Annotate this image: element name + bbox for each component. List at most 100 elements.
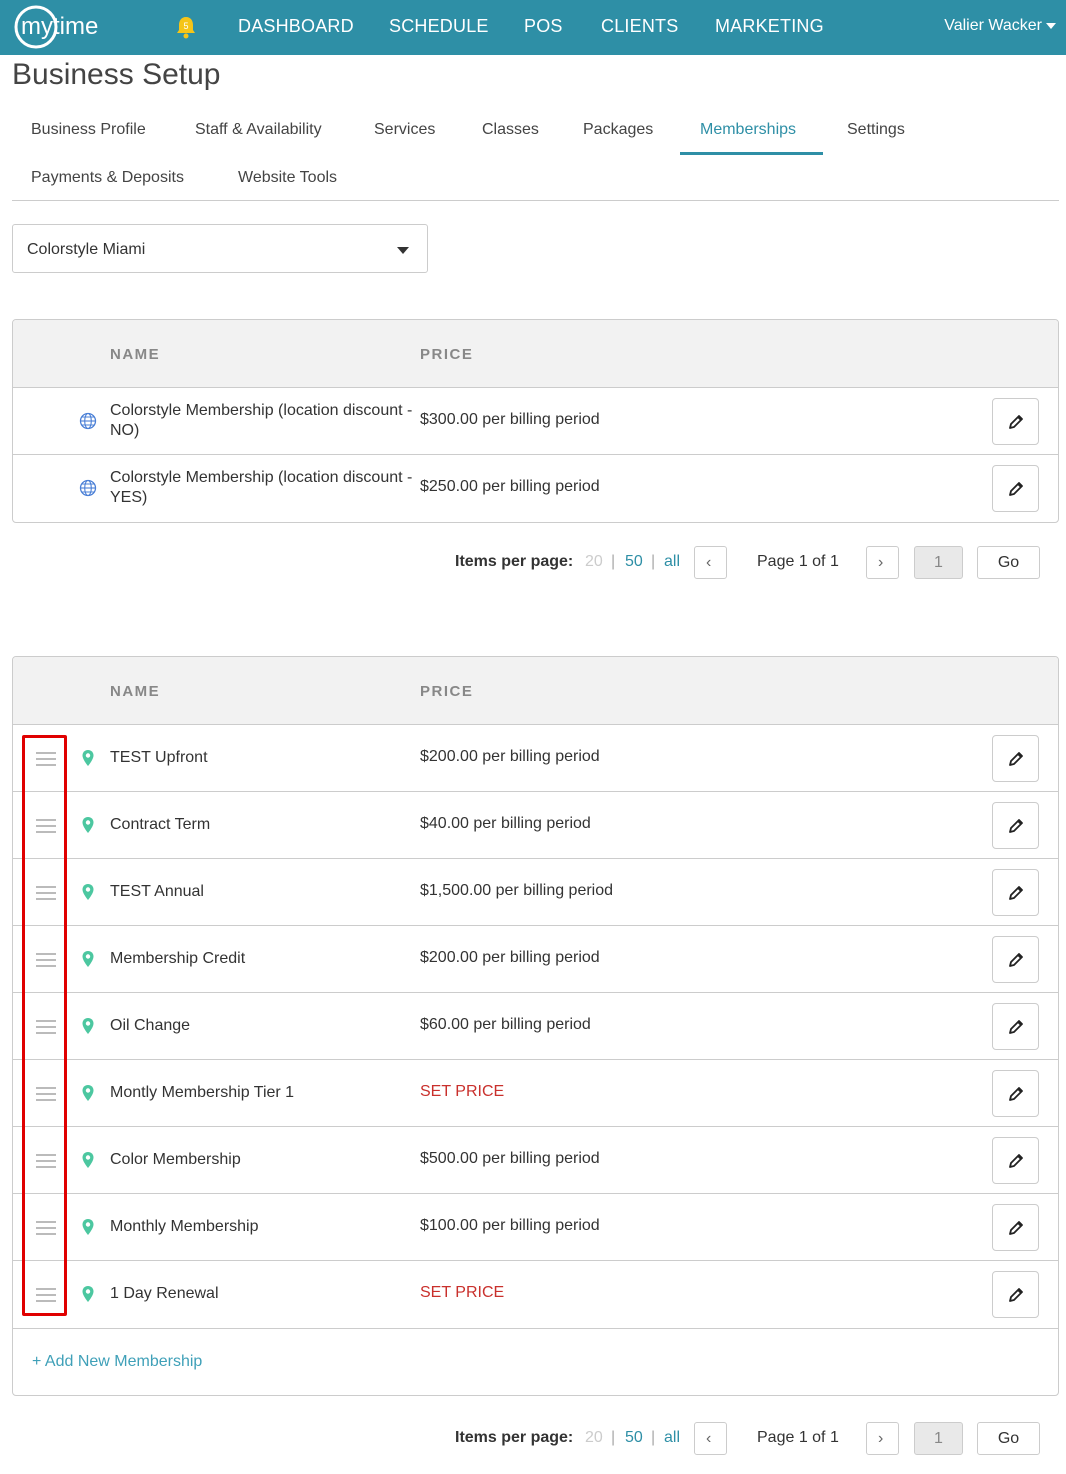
- user-name: Valier Wacker: [944, 17, 1042, 34]
- items-per-page-label: Items per page:: [455, 553, 574, 570]
- chevron-right-icon: ›: [878, 554, 884, 571]
- edit-button[interactable]: [992, 465, 1039, 512]
- edit-button[interactable]: [992, 398, 1039, 445]
- go-button-label: Go: [997, 554, 1020, 571]
- location-pin-icon: [79, 1285, 97, 1303]
- set-price-link[interactable]: SET PRICE: [420, 1083, 504, 1101]
- notification-bell-icon[interactable]: 5: [175, 15, 197, 39]
- drag-handle-icon[interactable]: [36, 953, 56, 967]
- membership-name: Colorstyle Membership (location discount…: [110, 402, 413, 439]
- tab-classes[interactable]: Classes: [482, 121, 539, 139]
- active-tab-indicator: [680, 152, 823, 155]
- location-select[interactable]: Colorstyle Miami: [12, 224, 428, 273]
- edit-button[interactable]: [992, 1137, 1039, 1184]
- drag-handle-icon[interactable]: [36, 1020, 56, 1034]
- globe-icon: [79, 479, 97, 497]
- table-row: Color Membership $500.00 per billing peri…: [13, 1127, 1058, 1194]
- table-row: TEST Upfront $200.00 per billing period: [13, 725, 1058, 792]
- drag-handle-icon[interactable]: [36, 819, 56, 833]
- drag-handle-icon[interactable]: [36, 1221, 56, 1235]
- membership-name: Membership Credit: [110, 950, 246, 967]
- add-row: + Add New Membership: [13, 1328, 1058, 1395]
- nav-dashboard[interactable]: DASHBOARD: [238, 16, 354, 37]
- drag-handle-icon[interactable]: [36, 1087, 56, 1101]
- membership-name: Contract Term: [110, 816, 211, 833]
- tab-business-profile[interactable]: Business Profile: [31, 121, 146, 139]
- membership-price: $300.00 per billing period: [420, 411, 600, 428]
- page-title: Business Setup: [12, 58, 221, 91]
- chevron-down-icon: [1046, 22, 1056, 29]
- drag-handle-icon[interactable]: [36, 752, 56, 766]
- per-page-all[interactable]: all: [664, 553, 680, 571]
- nav-schedule[interactable]: SCHEDULE: [389, 16, 489, 37]
- per-page-50[interactable]: 50: [625, 553, 643, 571]
- column-header-price: PRICE: [420, 346, 474, 363]
- svg-text:5: 5: [183, 21, 188, 31]
- page-number-value: 1: [934, 1430, 943, 1447]
- edit-button[interactable]: [992, 869, 1039, 916]
- edit-button[interactable]: [992, 1070, 1039, 1117]
- membership-price: $100.00 per billing period: [420, 1217, 600, 1234]
- tab-services[interactable]: Services: [374, 121, 435, 139]
- edit-button[interactable]: [992, 802, 1039, 849]
- page-number-input[interactable]: 1: [914, 1422, 963, 1455]
- drag-handle-icon[interactable]: [36, 1154, 56, 1168]
- tab-memberships[interactable]: Memberships: [700, 121, 796, 139]
- go-button[interactable]: Go: [977, 546, 1040, 579]
- table-header: NAME PRICE: [13, 657, 1058, 725]
- drag-handle-icon[interactable]: [36, 1288, 56, 1302]
- mytime-logo[interactable]: mytime: [13, 4, 131, 50]
- nav-marketing[interactable]: MARKETING: [715, 16, 824, 37]
- next-page-button[interactable]: ›: [866, 1422, 899, 1455]
- membership-price: $1,500.00 per billing period: [420, 882, 614, 899]
- prev-page-button[interactable]: ‹: [694, 1422, 727, 1455]
- tab-packages[interactable]: Packages: [583, 121, 653, 139]
- nav-pos[interactable]: POS: [524, 16, 563, 37]
- membership-price: $200.00 per billing period: [420, 949, 600, 966]
- edit-button[interactable]: [992, 1271, 1039, 1318]
- page-number-value: 1: [934, 554, 943, 571]
- membership-name: Color Membership: [110, 1151, 241, 1168]
- separator: |: [611, 1429, 616, 1446]
- location-pin-icon: [79, 1151, 97, 1169]
- nav-clients[interactable]: CLIENTS: [601, 16, 678, 37]
- next-page-button[interactable]: ›: [866, 546, 899, 579]
- chevron-left-icon: ‹: [706, 1430, 712, 1447]
- page-info: Page 1 of 1: [757, 553, 839, 570]
- column-header-name: NAME: [110, 346, 161, 363]
- pagination-1: Items per page: 20 | 50 | all ‹ Page 1 o…: [0, 546, 1066, 580]
- tab-staff-availability[interactable]: Staff & Availability: [195, 121, 322, 139]
- edit-button[interactable]: [992, 1204, 1039, 1251]
- location-memberships-table: NAME PRICE TEST Upfront $200.00 per billi…: [12, 656, 1059, 1396]
- edit-button[interactable]: [992, 735, 1039, 782]
- set-price-link[interactable]: SET PRICE: [420, 1284, 504, 1302]
- edit-button[interactable]: [992, 936, 1039, 983]
- per-page-50[interactable]: 50: [625, 1429, 643, 1447]
- edit-button[interactable]: [992, 1003, 1039, 1050]
- column-header-name: NAME: [110, 683, 161, 700]
- table-row: Montly Membership Tier 1 SET PRICE: [13, 1060, 1058, 1127]
- user-menu[interactable]: Valier Wacker: [944, 17, 1056, 35]
- prev-page-button[interactable]: ‹: [694, 546, 727, 579]
- drag-handle-icon[interactable]: [36, 886, 56, 900]
- membership-price: $40.00 per billing period: [420, 815, 591, 832]
- tab-payments-deposits[interactable]: Payments & Deposits: [31, 169, 184, 187]
- location-pin-icon: [79, 1084, 97, 1102]
- membership-name: Colorstyle Membership (location discount…: [110, 469, 413, 506]
- location-pin-icon: [79, 1218, 97, 1236]
- membership-price: $500.00 per billing period: [420, 1150, 600, 1167]
- tab-settings[interactable]: Settings: [847, 121, 905, 139]
- page-number-input[interactable]: 1: [914, 546, 963, 579]
- go-button-label: Go: [997, 1430, 1020, 1447]
- per-page-all[interactable]: all: [664, 1429, 680, 1447]
- per-page-20: 20: [585, 1429, 603, 1446]
- chevron-down-icon: [397, 247, 409, 254]
- location-pin-icon: [79, 749, 97, 767]
- add-new-membership-link[interactable]: + Add New Membership: [32, 1353, 202, 1371]
- tab-website-tools[interactable]: Website Tools: [238, 169, 337, 187]
- separator: |: [611, 553, 616, 570]
- items-per-page-label: Items per page:: [455, 1429, 574, 1446]
- location-pin-icon: [79, 1017, 97, 1035]
- go-button[interactable]: Go: [977, 1422, 1040, 1455]
- svg-text:mytime: mytime: [21, 13, 98, 40]
